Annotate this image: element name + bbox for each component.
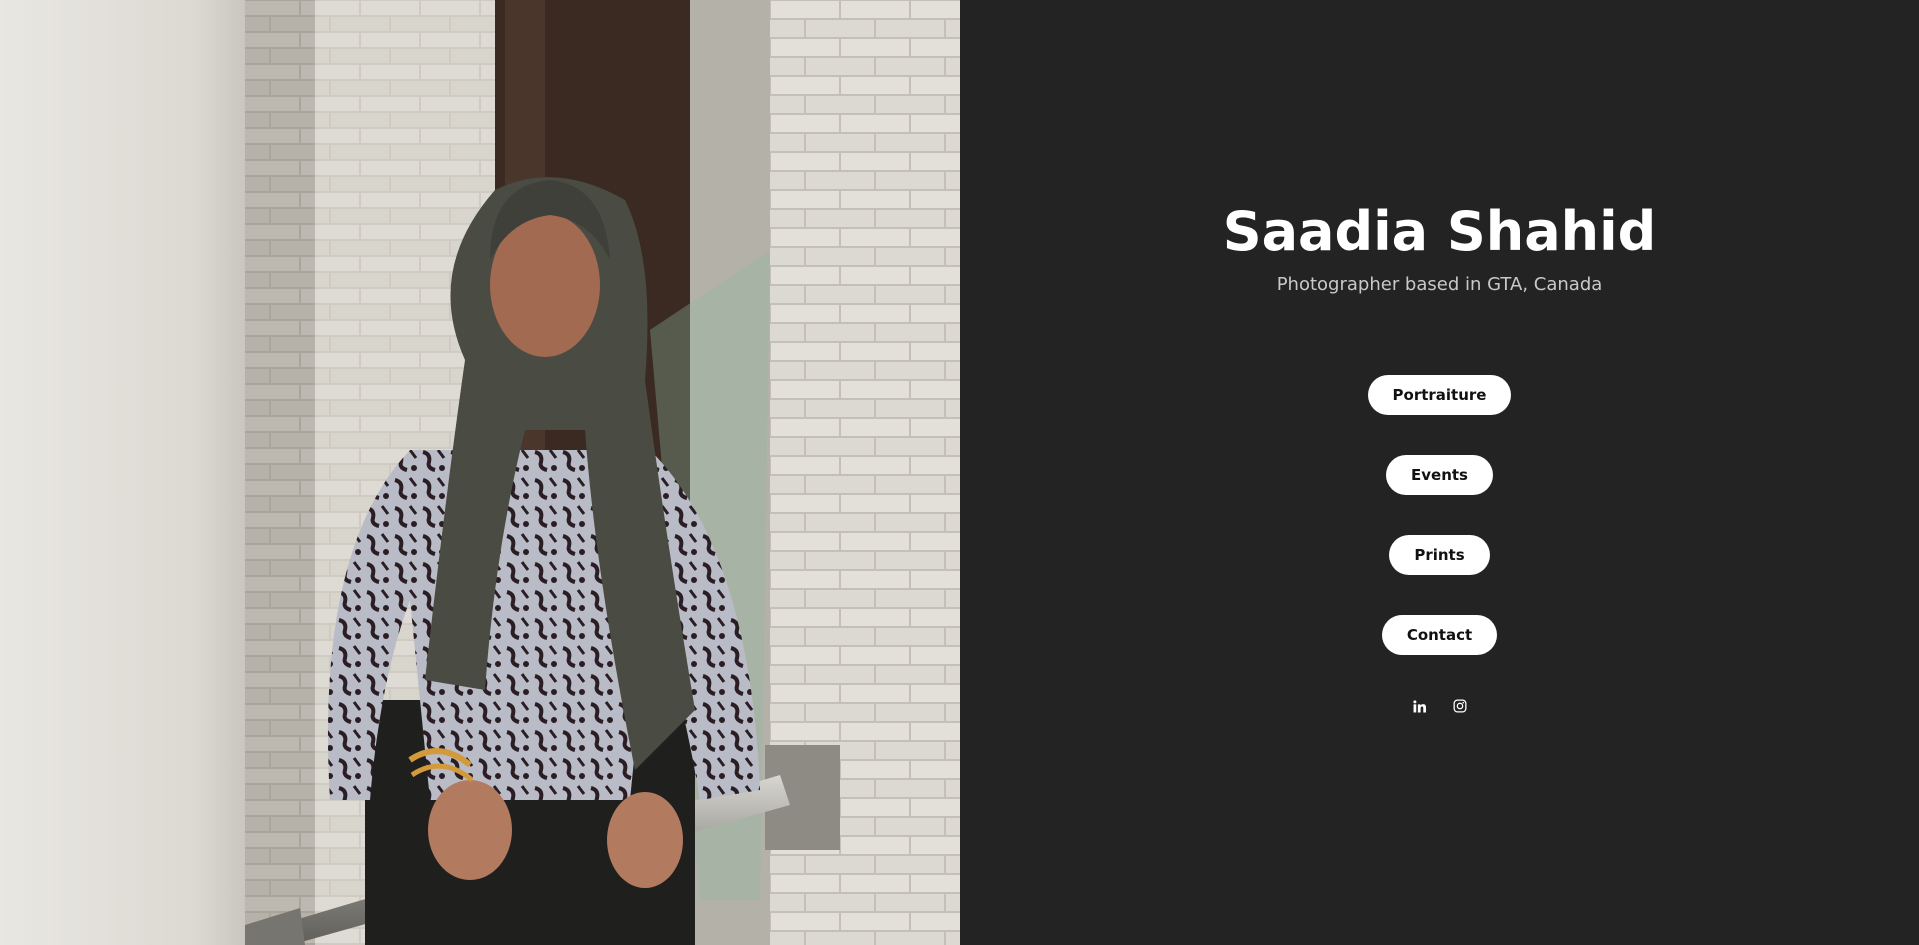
- site-tagline: Photographer based in GTA, Canada: [1276, 274, 1603, 295]
- portrait-photo: [0, 0, 960, 945]
- intro-panel: Saadia Shahid Photographer based in GTA,…: [960, 0, 1919, 945]
- nav-button-prints[interactable]: Prints: [1389, 535, 1490, 575]
- page: Saadia Shahid Photographer based in GTA,…: [0, 0, 1919, 945]
- nav-button-events[interactable]: Events: [1386, 455, 1493, 495]
- social-links: [960, 697, 1919, 715]
- site-title: Saadia Shahid: [1222, 200, 1657, 263]
- linkedin-link[interactable]: [1411, 697, 1429, 715]
- hero-photo: [0, 0, 960, 945]
- nav-button-portraiture[interactable]: Portraiture: [1367, 375, 1512, 415]
- linkedin-icon: [1413, 699, 1426, 712]
- instagram-icon: [1453, 699, 1466, 713]
- instagram-link[interactable]: [1451, 697, 1469, 715]
- main-nav: Portraiture Events Prints Contact: [960, 375, 1919, 695]
- nav-button-contact[interactable]: Contact: [1381, 615, 1498, 655]
